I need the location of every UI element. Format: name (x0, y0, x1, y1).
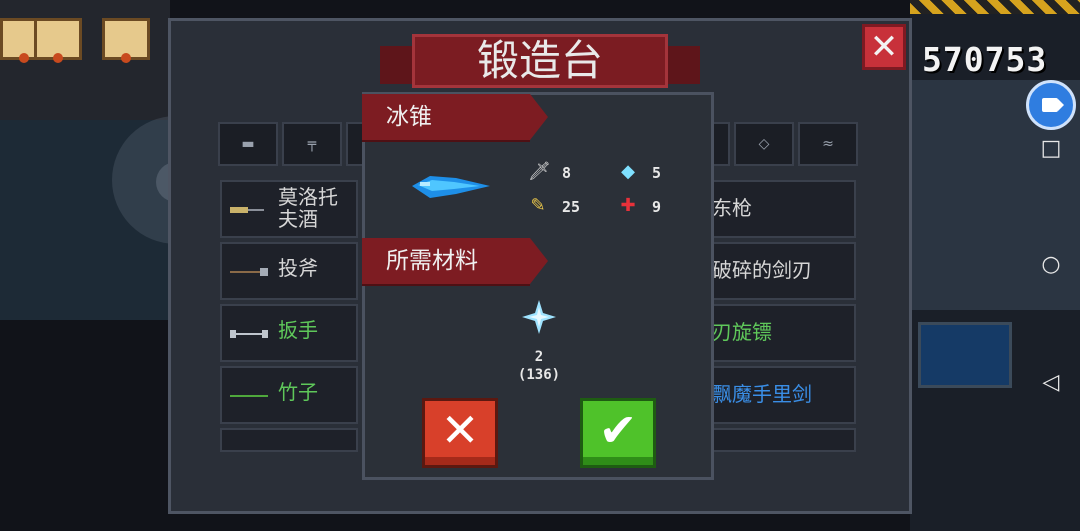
item-label: 莫洛托夫酒 (278, 185, 338, 231)
ice-crystal-icon (522, 300, 556, 334)
computer-screen (918, 322, 1012, 388)
stat-critical: 25 (562, 198, 581, 216)
item-label: 飘魔手里剑 (712, 382, 812, 406)
list-item-wrench[interactable]: 扳手 (220, 304, 358, 362)
coin-counter: 570753 (922, 40, 1048, 79)
weapon-name-ribbon: 冰锥 (362, 94, 548, 140)
diamond-icon: ◆ (621, 161, 635, 182)
material-count: 2 (136) (510, 348, 568, 384)
home-icon[interactable]: ○ (1038, 252, 1064, 278)
item-label: 破碎的剑刃 (712, 258, 812, 282)
materials-ribbon: 所需材料 (362, 238, 548, 284)
item-label: 投斧 (278, 256, 318, 280)
list-item-partial[interactable] (710, 428, 856, 452)
list-item-throwing-axe[interactable]: 投斧 (220, 242, 358, 300)
wall-frame (102, 18, 150, 63)
cancel-icon: ✕ (440, 403, 480, 457)
confirm-button[interactable]: ✔ (580, 398, 656, 468)
item-label: 东枪 (712, 196, 752, 220)
tab-staff[interactable]: ◇ (734, 122, 794, 166)
title-wing-left (380, 46, 414, 84)
sword-icon: 🗡 (528, 161, 551, 182)
axe-icon (230, 268, 268, 276)
list-item-shuriken[interactable]: 飘魔手里剑 (710, 366, 856, 424)
materials-header: 所需材料 (386, 248, 478, 274)
list-item-molotov[interactable]: 莫洛托夫酒 (220, 180, 358, 238)
cancel-button[interactable]: ✕ (422, 398, 498, 468)
feather-icon: ✎ (530, 195, 546, 216)
tab-fish[interactable]: ≈ (798, 122, 858, 166)
list-item-bamboo[interactable]: 竹子 (220, 366, 358, 424)
wrench-icon (230, 330, 268, 338)
craft-popup (362, 92, 714, 480)
wall-frame (34, 18, 82, 63)
close-icon: ✕ (869, 27, 899, 67)
bamboo-icon (230, 395, 268, 397)
crosshair-icon: ✚ (620, 195, 636, 216)
item-label: 扳手 (278, 318, 318, 342)
list-item-gun[interactable]: 东枪 (710, 180, 856, 238)
recents-icon[interactable]: □ (1038, 136, 1064, 162)
close-button[interactable]: ✕ (862, 24, 906, 70)
forge-title: 锻造台 (412, 34, 668, 88)
list-item-partial[interactable] (220, 428, 358, 452)
title-wing-right (666, 46, 700, 84)
list-item-blade-boomerang[interactable]: 刃旋镖 (710, 304, 856, 362)
check-icon: ✔ (598, 403, 638, 457)
weapon-name: 冰锥 (386, 104, 432, 130)
back-icon[interactable]: ◁ (1038, 370, 1064, 396)
screen-record-button[interactable] (1026, 80, 1076, 130)
stat-accuracy: 9 (652, 198, 662, 216)
item-label: 刃旋镖 (712, 320, 772, 344)
stat-energy: 5 (652, 164, 662, 182)
material-required: 2 (534, 349, 544, 365)
ice-cone-sprite (412, 176, 490, 198)
material-owned: (136) (517, 367, 561, 383)
tab-pistol[interactable]: ▬ (218, 122, 278, 166)
item-label: 竹子 (278, 380, 318, 404)
hazard-stripe (910, 0, 1080, 14)
molotov-icon (230, 207, 264, 213)
tab-rifle[interactable]: ╤ (282, 122, 342, 166)
list-item-broken-blade[interactable]: 破碎的剑刃 (710, 242, 856, 300)
stat-attack: 8 (562, 164, 572, 182)
